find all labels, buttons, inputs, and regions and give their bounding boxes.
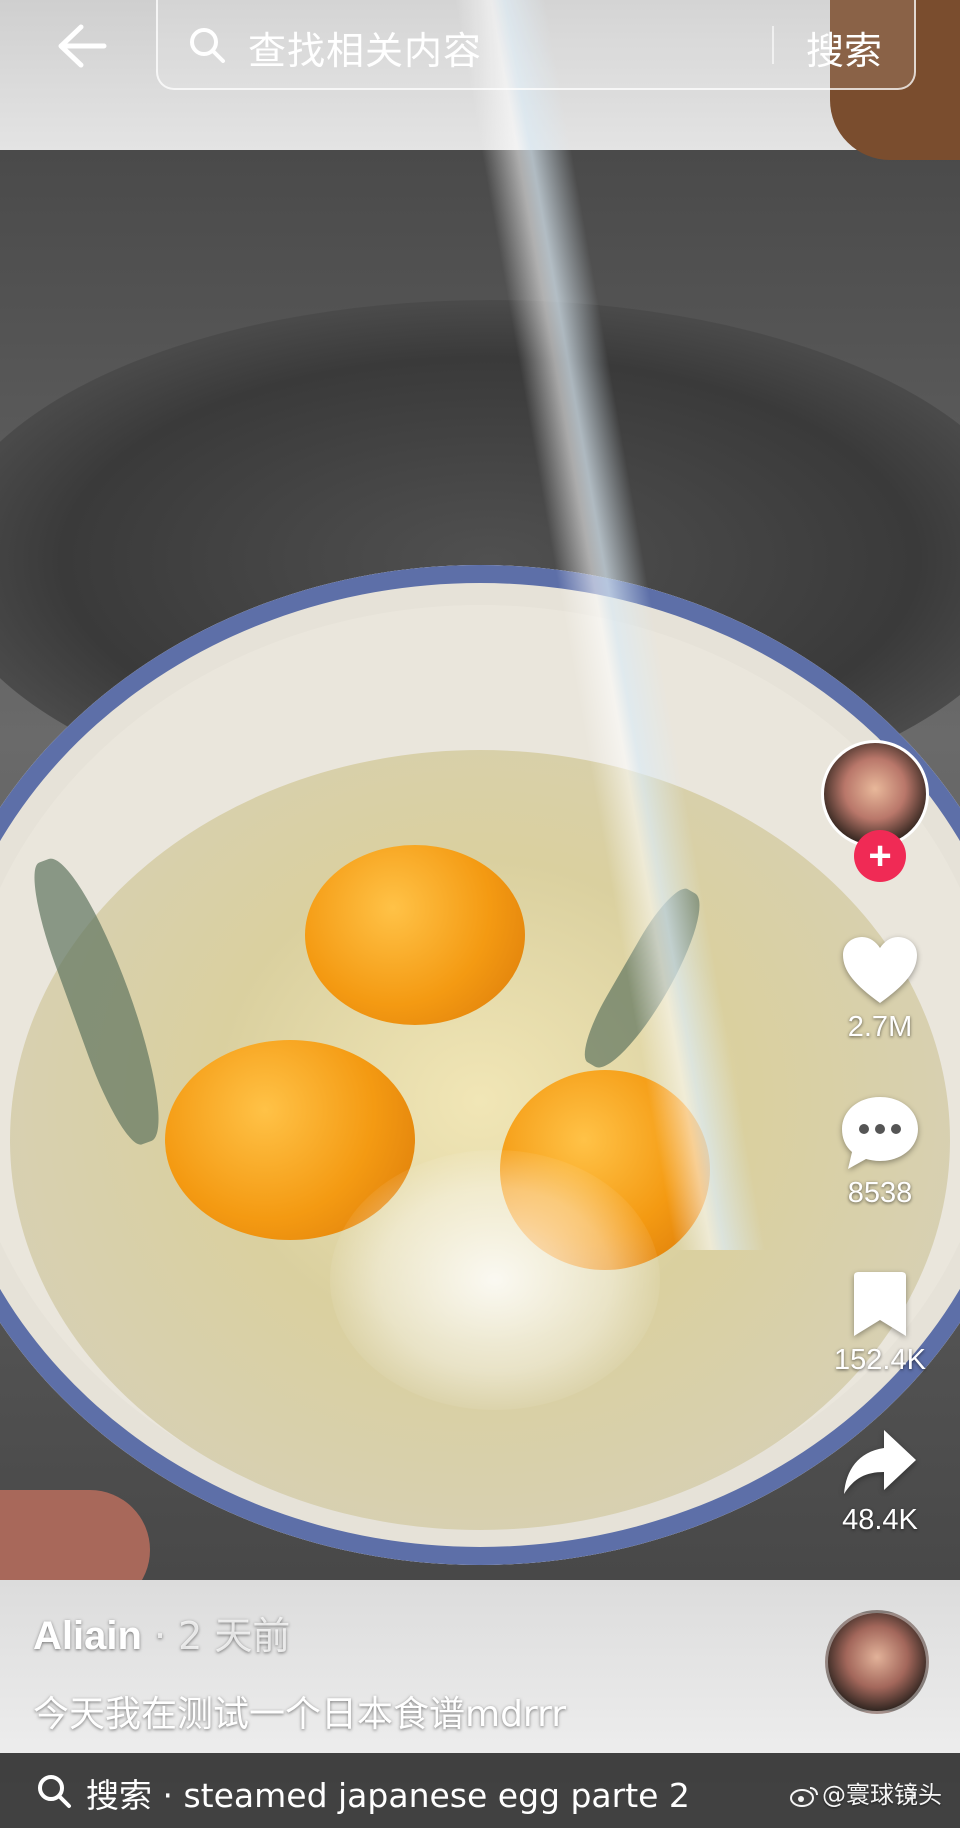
post-time: · 2 天前 (141, 1614, 291, 1658)
search-placeholder[interactable]: 查找相关内容 (248, 20, 482, 75)
egg-yolk (305, 845, 525, 1025)
comment-icon (842, 1097, 918, 1169)
author-name[interactable]: Aliain (33, 1614, 142, 1658)
water-splash (330, 1150, 660, 1410)
weibo-logo-icon (790, 1787, 818, 1807)
share-icon (844, 1430, 916, 1494)
save-count: 152.4K (834, 1344, 926, 1376)
search-icon (38, 1775, 71, 1808)
plus-icon: + (868, 834, 892, 878)
watermark-text: @寰球镜头 (822, 1781, 942, 1809)
comment-button[interactable]: 8538 (815, 1095, 945, 1210)
search-icon (190, 28, 225, 63)
bookmark-icon (854, 1272, 906, 1336)
like-count: 2.7M (847, 1011, 913, 1043)
share-button[interactable]: 48.4K (815, 1428, 945, 1537)
bottom-search-text[interactable]: 搜索 · steamed japanese egg parte 2 (86, 1769, 690, 1817)
music-disc[interactable] (825, 1610, 929, 1714)
share-count: 48.4K (842, 1504, 918, 1536)
back-button[interactable] (52, 18, 112, 74)
like-button[interactable]: 2.7M (815, 935, 945, 1044)
top-bar: 查找相关内容 搜索 (0, 0, 960, 95)
creator-avatar-group: + (821, 740, 931, 890)
search-box[interactable]: 查找相关内容 搜索 (156, 0, 916, 90)
follow-button[interactable]: + (854, 830, 906, 882)
search-divider (772, 26, 774, 64)
search-button[interactable]: 搜索 (806, 20, 882, 75)
arrow-left-icon (58, 24, 107, 68)
comment-count: 8538 (847, 1177, 913, 1209)
watermark: @寰球镜头 (790, 1775, 942, 1810)
author-line: Aliain · 2 天前 (33, 1605, 290, 1660)
save-button[interactable]: 152.4K (815, 1270, 945, 1377)
heart-icon (843, 937, 917, 1003)
video-frame[interactable] (0, 0, 960, 1828)
video-caption[interactable]: 今天我在测试一个日本食谱mdrrr (33, 1685, 566, 1737)
